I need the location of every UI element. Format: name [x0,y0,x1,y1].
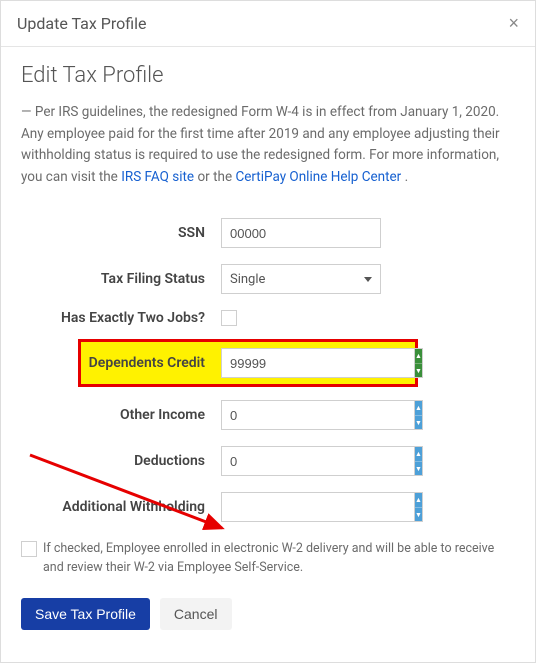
chevron-down-icon [364,277,372,282]
dependents-credit-row: Dependents Credit ▲ ▼ [81,342,415,384]
spinner-down-icon[interactable]: ▼ [415,508,422,522]
other-income-spinner: ▲ ▼ [415,400,423,430]
modal-body: Edit Tax Profile — Per IRS guidelines, t… [1,47,535,662]
other-income-row: Other Income ▲ ▼ [21,400,515,430]
ssn-input[interactable] [221,218,381,248]
deductions-row: Deductions ▲ ▼ [21,446,515,476]
info-text: — Per IRS guidelines, the redesigned For… [21,102,515,188]
deductions-wrap: ▲ ▼ [221,446,381,476]
additional-withholding-row: Additional Withholding ▲ ▼ [21,492,515,522]
spinner-up-icon[interactable]: ▲ [415,349,422,364]
filing-status-row: Tax Filing Status Single [21,264,515,294]
spinner-down-icon[interactable]: ▼ [415,364,422,378]
irs-faq-link[interactable]: IRS FAQ site [121,169,194,185]
other-income-label: Other Income [21,407,221,423]
ssn-row: SSN [21,218,515,248]
two-jobs-row: Has Exactly Two Jobs? [21,310,515,326]
dependents-credit-label: Dependents Credit [87,355,221,371]
cancel-button[interactable]: Cancel [160,598,232,630]
spinner-down-icon[interactable]: ▼ [415,462,422,476]
filing-status-value: Single [230,272,265,287]
dependents-credit-input[interactable] [221,348,415,378]
modal-header: Update Tax Profile × [1,1,535,47]
spinner-up-icon[interactable]: ▲ [415,493,422,508]
w2-consent-checkbox[interactable] [21,541,37,557]
ssn-label: SSN [21,225,221,241]
additional-withholding-input[interactable] [221,492,415,522]
spinner-up-icon[interactable]: ▲ [415,401,422,416]
dependents-credit-wrap: ▲ ▼ [221,348,381,378]
spinner-up-icon[interactable]: ▲ [415,447,422,462]
filing-status-label: Tax Filing Status [21,271,221,287]
modal: Update Tax Profile × Edit Tax Profile — … [0,0,536,663]
footer: Save Tax Profile Cancel [21,598,515,630]
additional-withholding-spinner: ▲ ▼ [415,492,423,522]
deductions-input[interactable] [221,446,415,476]
close-icon[interactable]: × [508,13,519,34]
w2-consent-text: If checked, Employee enrolled in electro… [43,540,515,578]
additional-withholding-label: Additional Withholding [21,499,221,515]
dependents-credit-spinner: ▲ ▼ [415,348,423,378]
info-suffix: . [405,169,409,185]
info-middle: or the [197,169,235,185]
section-title: Edit Tax Profile [21,63,515,88]
deductions-spinner: ▲ ▼ [415,446,423,476]
w2-consent-row: If checked, Employee enrolled in electro… [21,540,515,578]
other-income-input[interactable] [221,400,415,430]
other-income-wrap: ▲ ▼ [221,400,381,430]
additional-withholding-wrap: ▲ ▼ [221,492,381,522]
certipay-help-link[interactable]: CertiPay Online Help Center [235,169,401,185]
two-jobs-checkbox[interactable] [221,310,237,326]
two-jobs-label: Has Exactly Two Jobs? [21,310,221,326]
spinner-down-icon[interactable]: ▼ [415,416,422,430]
modal-title: Update Tax Profile [17,14,146,33]
save-button[interactable]: Save Tax Profile [21,598,150,630]
filing-status-select[interactable]: Single [221,264,381,294]
deductions-label: Deductions [21,453,221,469]
